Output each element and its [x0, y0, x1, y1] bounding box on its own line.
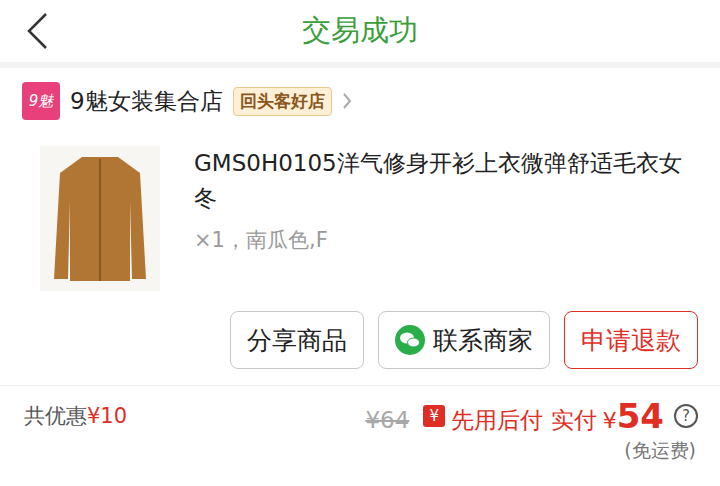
store-row[interactable]: 9魅 9魅女装集合店回头客好店: [0, 68, 720, 134]
product-row[interactable]: GMS0H0105洋气修身开衫上衣微弹舒适毛衣女冬 ×1，南瓜色,F: [0, 134, 720, 291]
separator-band: [0, 62, 720, 68]
chevron-right-icon[interactable]: [342, 92, 352, 110]
divider: [0, 385, 720, 386]
shipping-note: (免运费): [0, 436, 720, 464]
product-title[interactable]: GMS0H0105洋气修身开衫上衣微弹舒适毛衣女冬: [194, 146, 690, 216]
back-button[interactable]: [0, 12, 90, 50]
product-spec: ×1，南瓜色,F: [194, 226, 690, 254]
original-price: ¥64: [365, 407, 409, 433]
wechat-icon: [395, 325, 425, 355]
header: 交易成功: [0, 0, 720, 62]
pay-later-icon: ¥: [423, 405, 445, 427]
product-image[interactable]: [40, 146, 160, 291]
store-logo: 9魅: [22, 82, 60, 120]
back-arrow-icon[interactable]: [26, 12, 48, 50]
discount: 共优惠¥10: [24, 402, 127, 430]
action-buttons: 分享商品联系商家申请退款: [0, 291, 720, 369]
store-badge: 回头客好店: [233, 87, 332, 116]
action-button[interactable]: 申请退款: [564, 311, 698, 369]
action-button[interactable]: 联系商家: [378, 311, 550, 369]
payment: ¥64 ¥ 先用后付 实付¥54?: [365, 396, 698, 436]
product-info: GMS0H0105洋气修身开衫上衣微弹舒适毛衣女冬 ×1，南瓜色,F: [194, 146, 690, 291]
summary-row: 共优惠¥10 ¥64 ¥ 先用后付 实付¥54?: [0, 386, 720, 436]
page-title: 交易成功: [90, 11, 630, 51]
paid-amount: ¥54: [603, 396, 664, 436]
sweater-icon: [50, 151, 150, 286]
action-button[interactable]: 分享商品: [230, 311, 364, 369]
order-page: 交易成功 9魅 9魅女装集合店回头客好店 GMS0H0105洋气修身开衫上衣微弹舒适毛…: [0, 0, 720, 486]
help-button[interactable]: ?: [674, 404, 698, 428]
pay-label: 先用后付 实付: [451, 405, 596, 436]
store-name[interactable]: 9魅女装集合店: [70, 86, 223, 117]
